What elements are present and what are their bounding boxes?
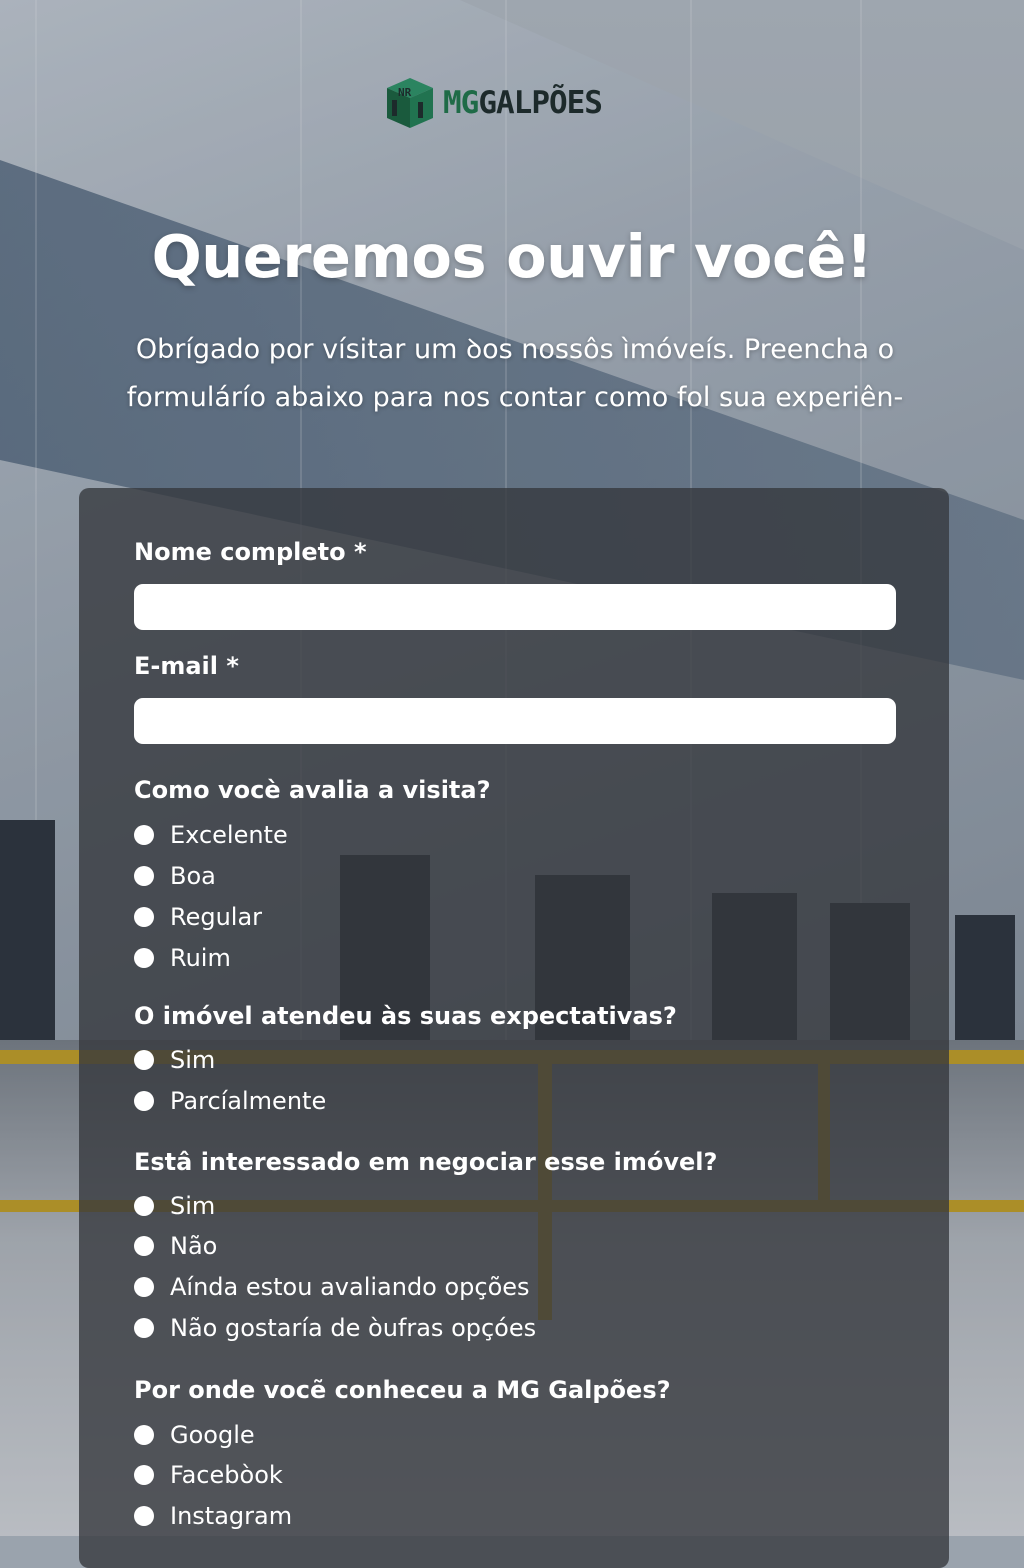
option-sim[interactable]: Sim — [134, 1046, 215, 1074]
option-label: Não — [170, 1232, 218, 1260]
option-label: Sim — [170, 1192, 216, 1220]
option-label: Sim — [170, 1046, 216, 1074]
option-label: Regular — [170, 903, 263, 931]
email-input[interactable] — [134, 698, 896, 744]
question-expectations: O imóvel atendeu às suas expectativas? — [134, 1002, 677, 1030]
brand-galpoes: GALPÕES — [478, 85, 603, 121]
option-excelente[interactable]: Excelente — [134, 821, 288, 849]
option-label: Excelente — [170, 821, 288, 849]
option-label: Google — [170, 1421, 255, 1449]
option-label: Parcíalmente — [170, 1087, 327, 1115]
radio-button[interactable] — [134, 1091, 154, 1111]
question-visit-rating: Como vocè avalia a visita? — [134, 776, 491, 804]
option-regular[interactable]: Regular — [134, 903, 262, 931]
question-negotiate: Estâ interessado em negociar esse imóvel… — [134, 1148, 718, 1176]
email-label: E-mail * — [134, 652, 239, 680]
option-label: Boa — [170, 862, 216, 890]
option-instagram[interactable]: Instagram — [134, 1502, 292, 1530]
option-label: Ruim — [170, 944, 231, 972]
cube-logo-icon: NR — [387, 78, 433, 128]
radio-button[interactable] — [134, 1236, 154, 1256]
option-label: Instagram — [170, 1502, 293, 1530]
radio-button[interactable] — [134, 1425, 154, 1445]
logo-badge-text: NR — [398, 86, 412, 99]
radio-button[interactable] — [134, 948, 154, 968]
option-ruim[interactable]: Ruim — [134, 944, 231, 972]
radio-button[interactable] — [134, 1318, 154, 1338]
brand-name: MGGALPÕES — [443, 76, 603, 130]
option-boa[interactable]: Boa — [134, 862, 216, 890]
brand-logo[interactable]: NR MGGALPÕES — [385, 76, 603, 130]
radio-button[interactable] — [134, 907, 154, 927]
radio-button[interactable] — [134, 866, 154, 886]
option-parcialmente[interactable]: Parcíalmente — [134, 1087, 326, 1115]
option-sim[interactable]: Sim — [134, 1192, 215, 1220]
option-ainda-avaliando[interactable]: Aínda estou avaliando opções — [134, 1273, 530, 1301]
option-label: Não gostaría de òufras opçóes — [170, 1314, 537, 1342]
radio-button[interactable] — [134, 1196, 154, 1216]
name-input[interactable] — [134, 584, 896, 630]
page-title: Queremos ouvir você! — [151, 222, 873, 291]
option-facebook[interactable]: Facebòok — [134, 1461, 283, 1489]
radio-button[interactable] — [134, 1506, 154, 1526]
option-nao[interactable]: Não — [134, 1232, 217, 1260]
option-outras-opcoes[interactable]: Não gostaría de òufras opçóes — [134, 1314, 536, 1342]
radio-button[interactable] — [134, 1050, 154, 1070]
question-referral-source: Por onde vocẽ conheceu a MG Galpões? — [134, 1376, 671, 1404]
radio-button[interactable] — [134, 1277, 154, 1297]
intro-text: Obrígado por vísitar um ꝺos nossôs ìmóve… — [126, 334, 904, 413]
radio-button[interactable] — [134, 825, 154, 845]
option-label: Aínda estou avaliando opções — [170, 1273, 530, 1301]
radio-button[interactable] — [134, 1465, 154, 1485]
name-label: Nome completo * — [134, 538, 367, 566]
option-label: Facebòok — [170, 1461, 283, 1489]
option-google[interactable]: Google — [134, 1421, 255, 1449]
brand-mg: MG — [443, 85, 479, 121]
